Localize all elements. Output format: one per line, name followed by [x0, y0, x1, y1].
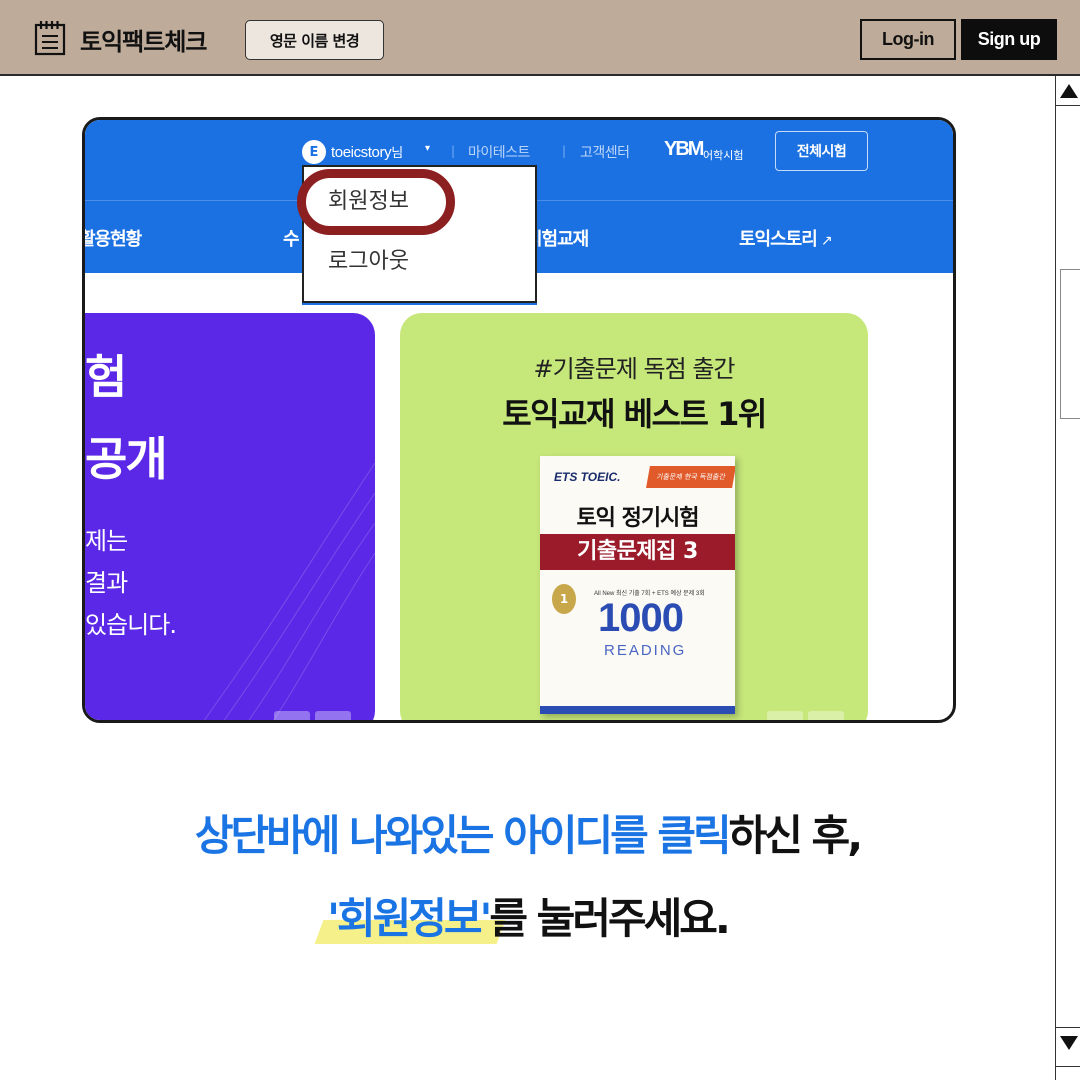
book-title-line1: 토익 정기시험	[576, 506, 699, 531]
user-id-link[interactable]: toeicstory님	[331, 142, 403, 161]
vertical-scrollbar[interactable]	[1055, 76, 1080, 1080]
scroll-thumb[interactable]	[1060, 269, 1080, 419]
slide-prev-button[interactable]	[767, 711, 803, 720]
dropdown-item-logout[interactable]: 로그아웃	[328, 243, 409, 275]
scroll-down-arrow-icon[interactable]	[1056, 1027, 1080, 1057]
all-tests-button[interactable]: 전체시험	[775, 131, 868, 171]
login-button[interactable]: Log-in	[860, 19, 956, 60]
nav-item-partial[interactable]: 수	[283, 225, 300, 251]
customer-center-link[interactable]: 고객센터	[580, 142, 630, 162]
instruction-line-2: '회원정보'를 눌러주세요.	[0, 885, 1055, 946]
medal-icon: 1	[552, 584, 576, 614]
my-test-link[interactable]: 마이테스트	[468, 142, 530, 162]
book-cover-image: ETS TOEIC. 기출문제 한국 독점출간 토익 정기시험 기출문제집 3 …	[540, 456, 735, 714]
instruction-line-1: 상단바에 나와있는 아이디를 클릭하신 후,	[0, 802, 1055, 863]
caret-down-icon[interactable]: ▾	[425, 143, 430, 154]
nav-item-toeic-story[interactable]: 토익스토리 ↗	[739, 225, 833, 251]
notepad-icon	[34, 21, 66, 56]
slide-heading-line: 험	[85, 350, 127, 404]
promo-title: 토익교재 베스트 1위	[502, 395, 767, 433]
book-subject: READING	[604, 642, 687, 659]
book-number: 1000	[598, 596, 684, 640]
book-brand: ETS TOEIC.	[554, 470, 621, 484]
banner-slide-promo[interactable]: #기출문제 독점 출간 토익교재 베스트 1위 ETS TOEIC. 기출문제 …	[400, 313, 868, 720]
book-title-line2: 기출문제집 3	[540, 534, 735, 570]
slide-text-line: 제는	[85, 527, 128, 555]
change-english-name-button[interactable]: 영문 이름 변경	[245, 20, 384, 60]
external-link-icon: ↗	[820, 233, 833, 249]
ybm-language-test-text: 어학시험	[703, 149, 744, 162]
separator: |	[451, 144, 456, 158]
instruction-text: 하신 후,	[728, 811, 863, 860]
user-suffix-text: 님	[391, 146, 403, 161]
promo-subtitle: #기출문제 독점 출간	[533, 355, 735, 383]
slide-next-button[interactable]	[315, 711, 351, 720]
instruction-emphasis: 상단바에 나와있는 아이디를 클릭	[194, 811, 732, 860]
website-screenshot: E toeicstory님 ▾ | 마이테스트 | 고객센터 YBM 어학시험 …	[82, 117, 956, 723]
app-title: 토익팩트체크	[80, 28, 207, 56]
book-footer-stripe	[540, 706, 735, 714]
user-avatar-icon[interactable]: E	[302, 140, 326, 164]
slide-text-line: 결과	[85, 569, 128, 597]
separator: |	[562, 144, 567, 158]
wave-decoration	[203, 463, 375, 720]
instruction-text: 를 눌러주세요.	[489, 894, 730, 943]
slide-text-line: 있습니다.	[85, 611, 177, 639]
user-name-text: toeicstory	[331, 144, 392, 161]
scroll-up-arrow-icon[interactable]	[1056, 76, 1080, 106]
highlight-circle	[297, 169, 455, 235]
banner-slide-left[interactable]: 험 공개 제는 결과 있습니다.	[85, 313, 375, 720]
slide-prev-button[interactable]	[274, 711, 310, 720]
slide-heading-line: 공개	[85, 432, 168, 486]
nav-item-toeic-story-label: 토익스토리	[739, 229, 818, 250]
ybm-logo[interactable]: YBM	[664, 138, 704, 161]
instruction-highlight: '회원정보'	[327, 894, 492, 943]
nav-item-usage[interactable]: 활용현황	[85, 225, 142, 251]
slide-next-button[interactable]	[808, 711, 844, 720]
signup-button[interactable]: Sign up	[961, 19, 1057, 60]
book-ribbon: 기출문제 한국 독점출간	[646, 466, 735, 488]
app-header: 토익팩트체크 영문 이름 변경 Log-in Sign up	[0, 0, 1080, 76]
scrollbar-divider	[1056, 1066, 1080, 1067]
